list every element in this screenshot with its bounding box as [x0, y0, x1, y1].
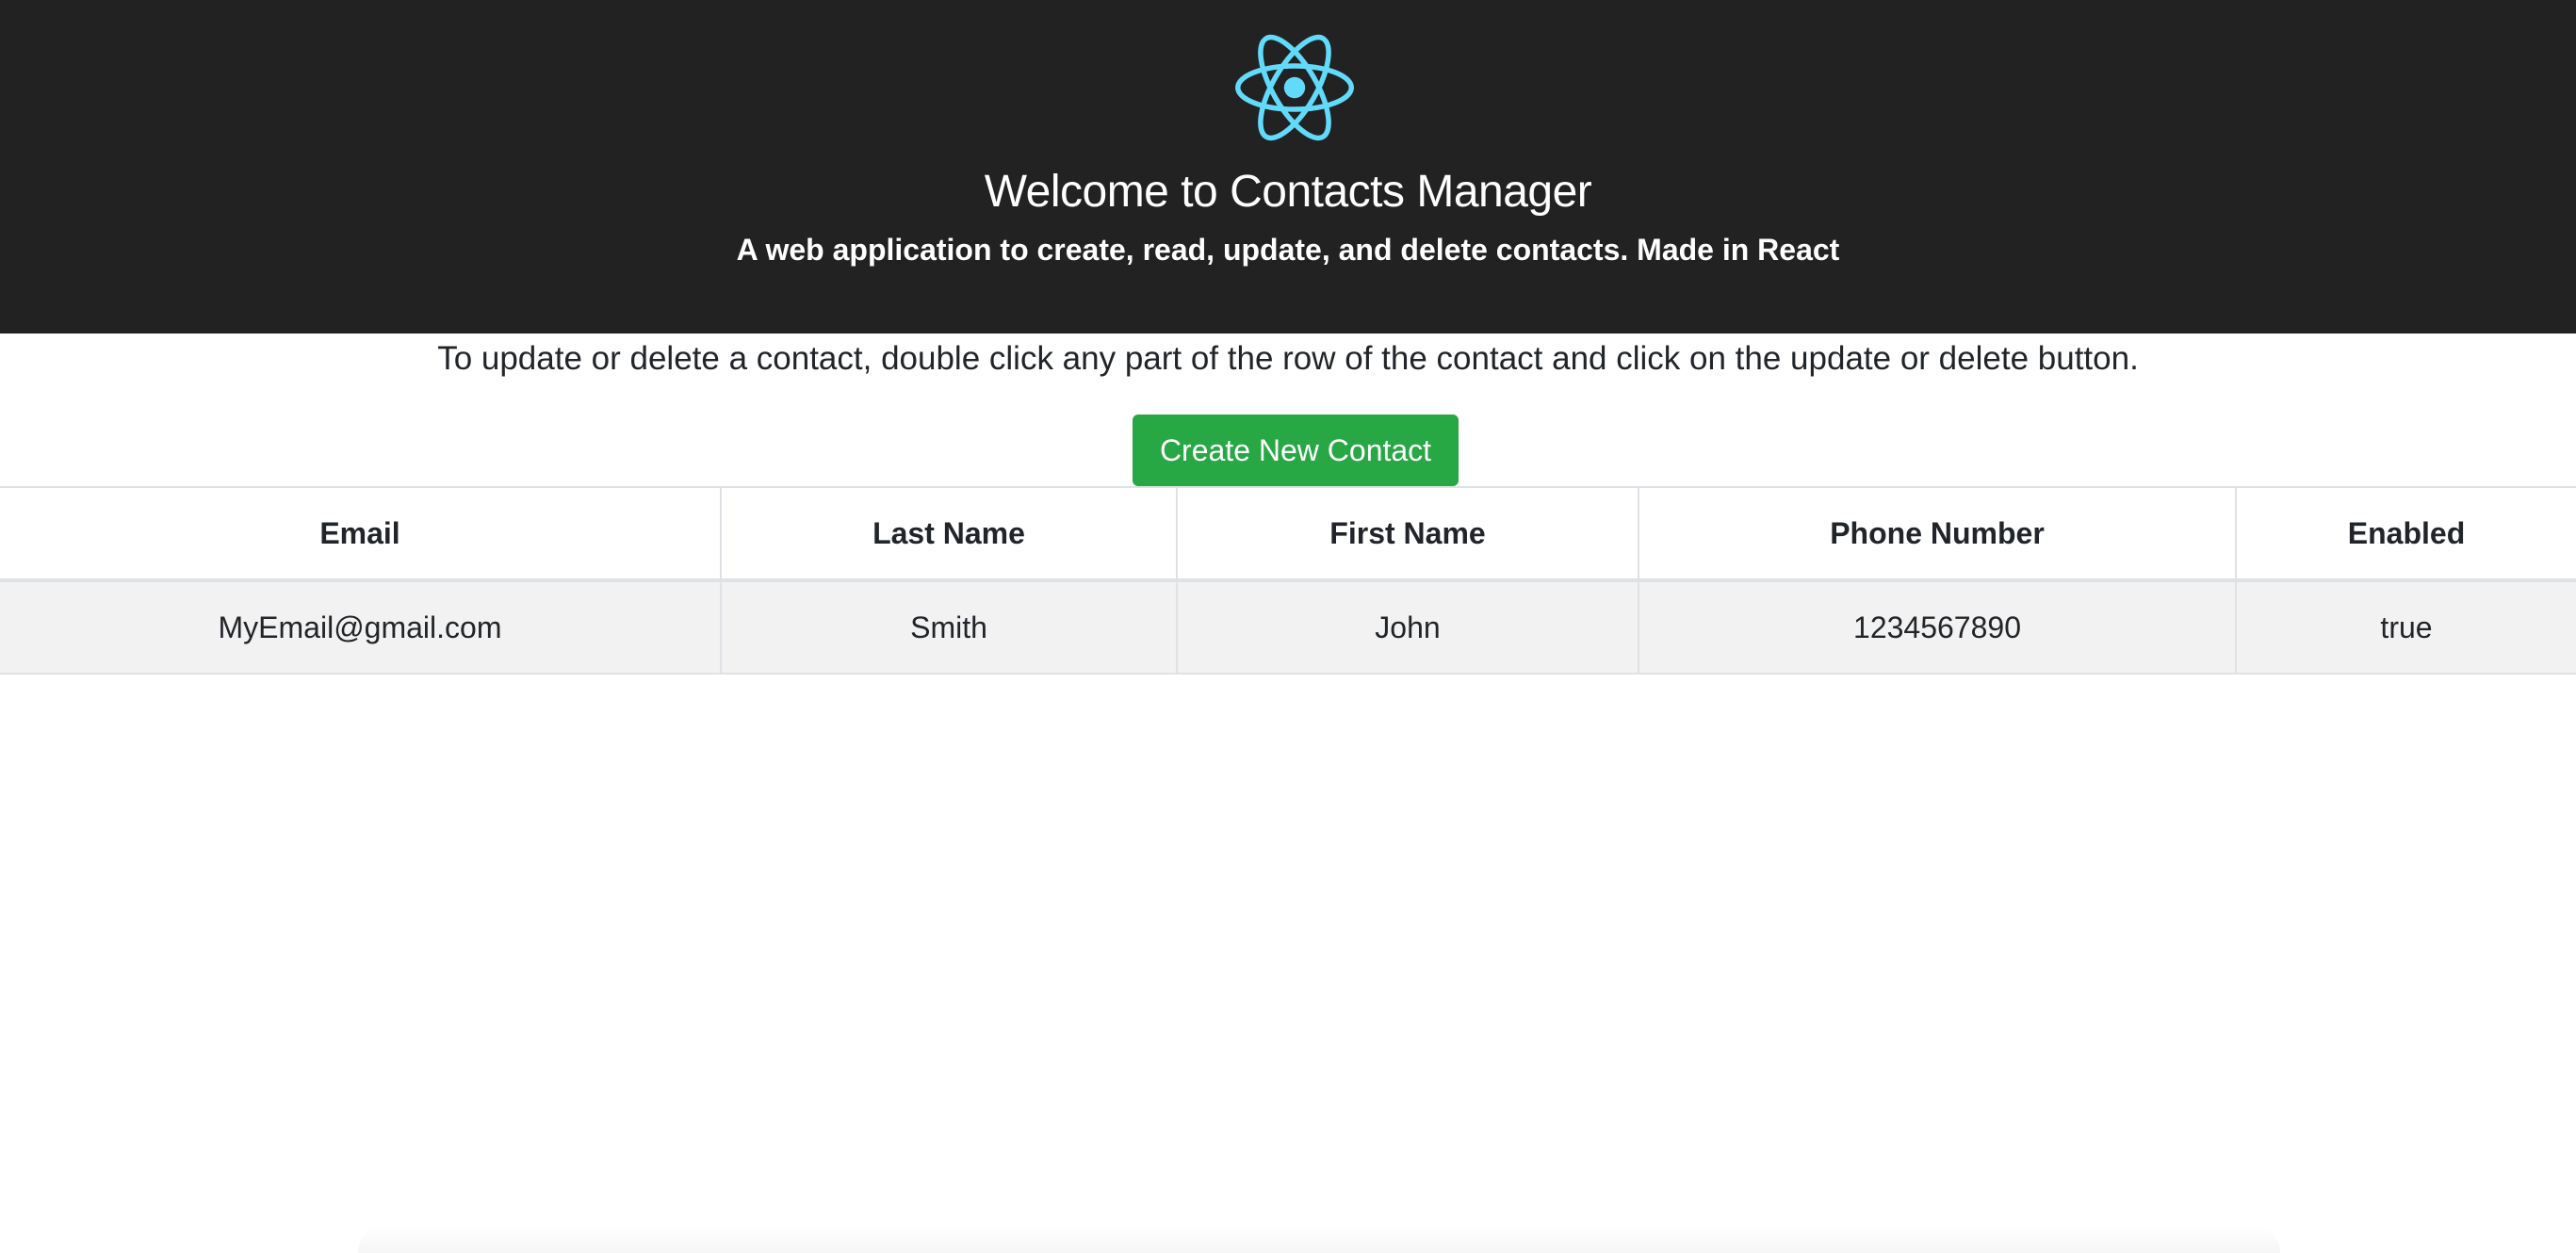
table-row[interactable]: MyEmail@gmail.com Smith John 1234567890 …	[0, 579, 2576, 675]
column-header-last-name[interactable]: Last Name	[720, 486, 1178, 582]
react-atom-icon	[1235, 34, 1354, 141]
contacts-table-container: Email Last Name First Name Phone Number …	[0, 486, 2576, 675]
page-title: Welcome to Contacts Manager	[984, 167, 1592, 217]
cell-phone-number[interactable]: 1234567890	[1638, 579, 2237, 675]
column-header-phone-number[interactable]: Phone Number	[1638, 486, 2237, 582]
table-header-row: Email Last Name First Name Phone Number …	[0, 486, 2576, 582]
page-subtitle: A web application to create, read, updat…	[736, 233, 1840, 267]
app-header: Welcome to Contacts Manager A web applic…	[0, 0, 2576, 334]
column-header-email[interactable]: Email	[0, 486, 722, 582]
cell-last-name[interactable]: Smith	[720, 579, 1178, 675]
cell-enabled[interactable]: true	[2235, 579, 2576, 675]
cell-email[interactable]: MyEmail@gmail.com	[0, 579, 722, 675]
create-new-contact-button[interactable]: Create New Contact	[1133, 415, 1459, 486]
column-header-enabled[interactable]: Enabled	[2235, 486, 2576, 582]
bottom-shadow	[358, 1225, 2280, 1253]
cell-first-name[interactable]: John	[1176, 579, 1639, 675]
instructions-text: To update or delete a contact, double cl…	[437, 340, 2139, 377]
contacts-table: Email Last Name First Name Phone Number …	[0, 486, 2576, 675]
column-header-first-name[interactable]: First Name	[1176, 486, 1639, 582]
